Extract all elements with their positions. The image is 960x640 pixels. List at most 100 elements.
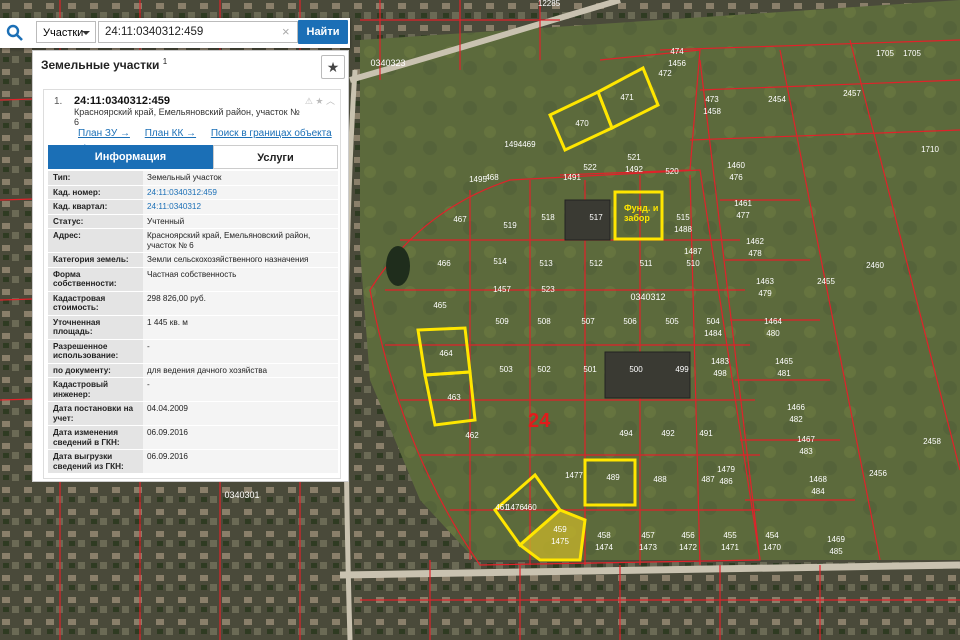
attribute-value: - [143, 339, 338, 363]
parcel-label: 476 [729, 173, 743, 182]
parcel-label: 485 [829, 547, 843, 556]
parcel-label: 491 [699, 429, 713, 438]
parcel-label: 467 [453, 215, 467, 224]
attribute-row: Кад. номер: 24:11:0340312:459 [48, 185, 338, 200]
parcel-label: 1483 [711, 357, 729, 366]
search-input[interactable]: 24:11:0340312:459 [98, 21, 298, 43]
attribute-key: Дата постановки на учет: [48, 402, 143, 425]
star-button[interactable]: ★ [321, 55, 345, 79]
parcel-label: 462 [465, 431, 479, 440]
result-id[interactable]: 24:11:0340312:459 [74, 95, 170, 107]
parcel-label: 1492 [625, 165, 643, 174]
parcel-label: 1469 [827, 535, 845, 544]
attribute-value: Красноярский край, Емельяновский район, … [143, 229, 338, 252]
parcel-label: 505 [665, 317, 679, 326]
attribute-key: Дата изменения сведений в ГКН: [48, 426, 143, 449]
parcel-label: 494 [619, 429, 633, 438]
quarter-label: 0340301 [224, 490, 259, 500]
parcel-label: 2455 [817, 277, 835, 286]
parcel-label: 502 [537, 365, 551, 374]
attribute-value: Учтенный [143, 214, 338, 228]
parcel-label: 1465 [775, 357, 793, 366]
parcel-label: 511 [640, 259, 653, 268]
parcel-label: 482 [789, 415, 803, 424]
parcel-label: 492 [661, 429, 675, 438]
attribute-key: Кад. квартал: [48, 200, 143, 214]
attribute-row: Тип: Земельный участок [48, 171, 338, 186]
link-plan-zu[interactable]: План ЗУ → [78, 128, 130, 139]
chevron-down-icon [82, 31, 90, 35]
attribute-value: 1 445 кв. м [143, 315, 338, 339]
parcel-label: 504 [706, 317, 720, 326]
result-actions-icon[interactable]: ⚠ ★ ︿ [305, 94, 335, 107]
district-number: 24 [528, 410, 551, 432]
attribute-value: Частная собственность [143, 267, 338, 291]
attribute-key: Разрешенное использование: [48, 339, 143, 363]
parcel-label: 459 [553, 525, 567, 534]
parcel-label: 1474 [595, 543, 613, 552]
search-icon[interactable] [6, 24, 24, 42]
parcel-label: 523 [541, 285, 555, 294]
parcel-label: 470 [575, 119, 589, 128]
search-mode-select[interactable]: Участки [36, 21, 96, 43]
parcel-label: 12285 [538, 0, 561, 8]
tab-info[interactable]: Информация [48, 145, 213, 169]
parcel-label: 522 [583, 163, 597, 172]
parcel-label: 484 [811, 487, 825, 496]
parcel-label: 455 [723, 531, 737, 540]
attribute-row: Дата изменения сведений в ГКН: 06.09.2016 [48, 426, 338, 450]
attribute-value[interactable]: 24:11:0340312 [143, 200, 338, 214]
result-tabs: Информация Услуги [48, 145, 338, 169]
result-item[interactable]: 1. 24:11:0340312:459 Красноярский край, … [43, 89, 341, 479]
parcel-label: 474 [670, 47, 684, 56]
attribute-value: Земли сельскохозяйственного назначения [143, 253, 338, 267]
parcel-label: 506 [623, 317, 637, 326]
attribute-value: 06.09.2016 [143, 450, 338, 473]
parcel-label: 486 [719, 477, 733, 486]
clear-icon[interactable]: × [282, 24, 290, 39]
parcel-label: 468 [485, 173, 499, 182]
parcel-label: 503 [499, 365, 513, 374]
parcel-label: 2456 [869, 469, 887, 478]
parcel-label: 2454 [768, 95, 786, 104]
attribute-row: Кадастровый инженер: - [48, 378, 338, 402]
parcel-label: 514 [493, 257, 507, 266]
link-plan-kk[interactable]: План КК → [145, 128, 196, 139]
parcel-label: 507 [581, 317, 595, 326]
parcel-label: 1491 [563, 173, 581, 182]
attribute-value[interactable]: 24:11:0340312:459 [143, 185, 338, 199]
tab-services[interactable]: Услуги [213, 145, 338, 169]
parcel-label: 1710 [921, 145, 939, 154]
parcel-label: 500 [629, 365, 643, 374]
parcel-label: 2457 [843, 89, 861, 98]
parcel-label: 472 [658, 69, 672, 78]
parcel-label: 1461 [734, 199, 752, 208]
parcel-label: 1705 [876, 49, 894, 58]
attribute-key: Дата выгрузки сведений из ГКН: [48, 450, 143, 473]
parcel-label: 1477 [565, 471, 583, 480]
parcel-label: 498 [713, 369, 727, 378]
attribute-value: 298 826,00 руб. [143, 291, 338, 315]
attribute-key: Кадастровый инженер: [48, 378, 143, 401]
parcel-label: 1484 [704, 329, 722, 338]
parcel-label: 460 [523, 503, 537, 512]
parcel-label: 1456 [668, 59, 686, 68]
parcel-label: 454 [765, 531, 779, 540]
parcel-label: 1488 [674, 225, 692, 234]
parcel-label: 1464 [764, 317, 782, 326]
attribute-key: Статус: [48, 214, 143, 228]
parcel-label: 457 [641, 531, 655, 540]
attribute-value: 06.09.2016 [143, 426, 338, 449]
parcel-label: 499 [675, 365, 689, 374]
find-button[interactable]: Найти [298, 20, 348, 44]
parcel-label: 456 [681, 531, 695, 540]
attribute-key: Адрес: [48, 229, 143, 252]
parcel-label: 501 [583, 365, 597, 374]
attribute-value: 04.04.2009 [143, 402, 338, 425]
parcel-label: 483 [799, 447, 813, 456]
attribute-row: Категория земель: Земли сельскохозяйствен… [48, 253, 338, 268]
parcel-label: 1475 [551, 537, 569, 546]
parcel-label: 1705 [903, 49, 921, 58]
attribute-value: для ведения дачного хозяйства [143, 363, 338, 377]
attribute-value: - [143, 378, 338, 401]
